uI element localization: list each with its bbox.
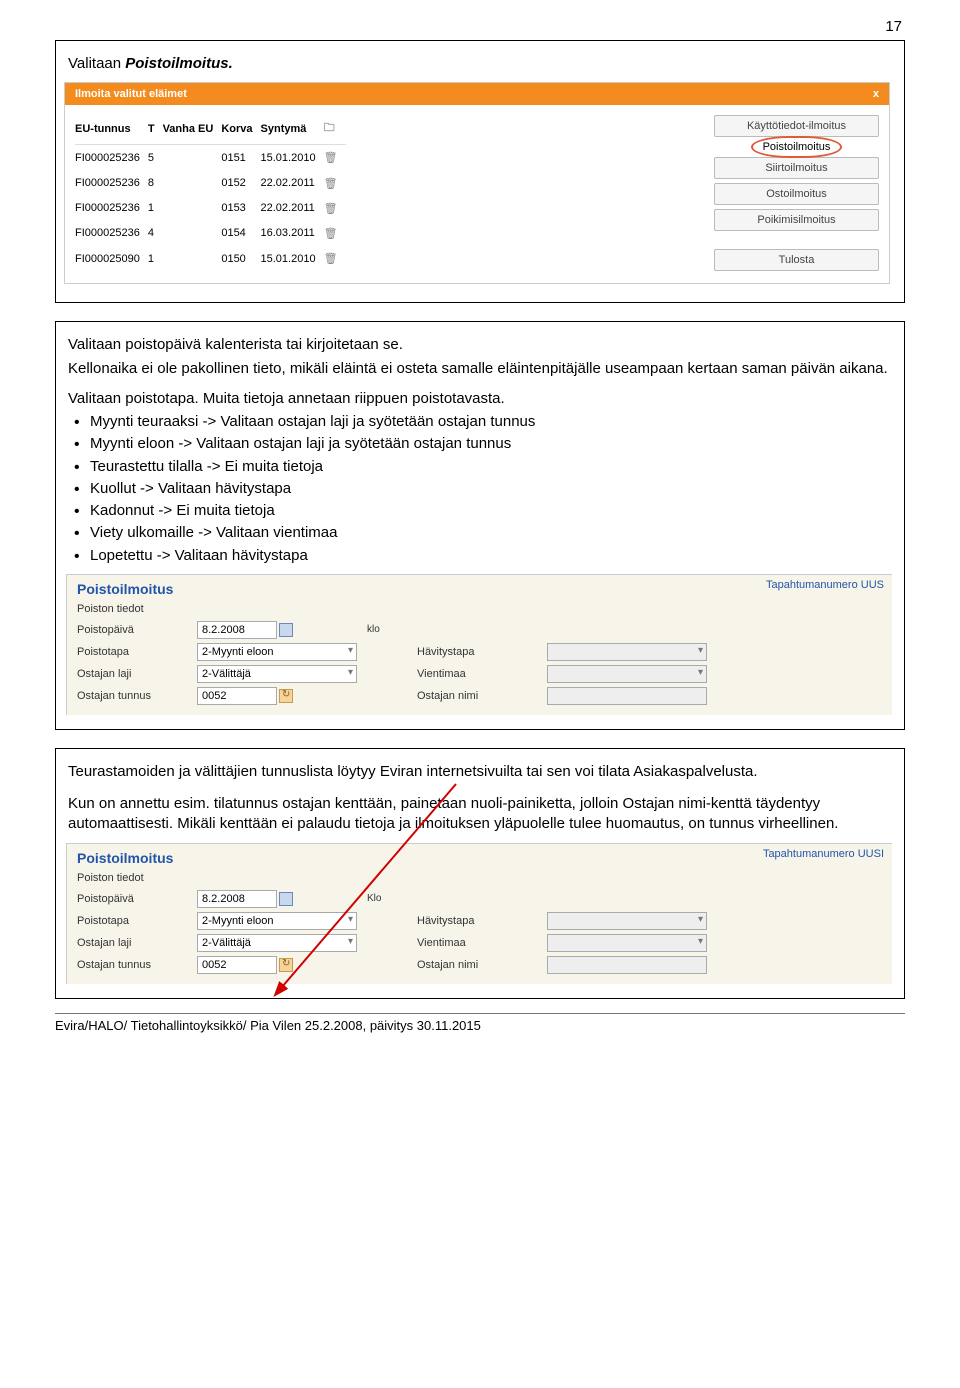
list-item: Myynti eloon -> Valitaan ostajan laji ja…	[72, 434, 892, 454]
col-t: T	[148, 115, 163, 145]
input-poistopaiva[interactable]: 8.2.2008	[197, 621, 277, 639]
intro-text-1: Valitaan	[68, 55, 125, 72]
label-havitystapa: Hävitystapa	[417, 646, 537, 658]
input-ostajan-tunnus[interactable]: 0052	[197, 956, 277, 974]
box2-line3: Valitaan poistotapa. Muita tietoja annet…	[68, 389, 892, 409]
table-header-row: EU-tunnus T Vanha EU Korva Syntymä 🗀	[75, 115, 346, 145]
list-item: Teurastettu tilalla -> Ei muita tietoja	[72, 457, 892, 477]
screenshot-selected-animals: Ilmoita valitut eläimet x EU-tunnus T Va…	[64, 82, 890, 284]
field-poistopaiva-wrap: 8.2.2008	[197, 621, 357, 639]
footer: Evira/HALO/ Tietohallintoyksikkö/ Pia Vi…	[55, 1013, 905, 1033]
btn-poikimisilmoitus[interactable]: Poikimisilmoitus	[714, 209, 879, 231]
trash-icon[interactable]: 🗑	[324, 196, 346, 221]
label-poistopaiva: Poistopäivä	[77, 624, 187, 636]
btn-ostoilmoitus[interactable]: Ostoilmoitus	[714, 183, 879, 205]
label-ostajan-laji: Ostajan laji	[77, 668, 187, 680]
table-row: FI0000250901015015.01.2010🗑	[75, 246, 346, 271]
list-item: Kuollut -> Valitaan hävitystapa	[72, 479, 892, 499]
screenshot-form-1: Tapahtumanumero UUS Poistoilmoitus Poist…	[66, 574, 892, 715]
dialog-title: Ilmoita valitut eläimet	[75, 88, 187, 100]
calendar-icon[interactable]	[279, 892, 293, 906]
calendar-icon: 🗀	[324, 115, 346, 145]
screenshot-form-2: Tapahtumanumero UUSI Poistoilmoitus Pois…	[66, 843, 892, 984]
input-ostajan-nimi	[547, 687, 707, 705]
intro-line: Valitaan Poistoilmoitus.	[68, 54, 892, 74]
label-poistotapa: Poistotapa	[77, 915, 187, 927]
instruction-box-3: Teurastamoiden ja välittäjien tunnuslist…	[55, 748, 905, 999]
input-ostajan-tunnus[interactable]: 0052	[197, 687, 277, 705]
page-number: 17	[885, 18, 902, 35]
trash-icon[interactable]: 🗑	[324, 221, 346, 246]
list-item: Kadonnut -> Ei muita tietoja	[72, 501, 892, 521]
input-poistopaiva[interactable]: 8.2.2008	[197, 890, 277, 908]
list-item: Lopetettu -> Valitaan hävitystapa	[72, 546, 892, 566]
lookup-arrow-icon[interactable]	[279, 689, 293, 703]
instruction-box-1: Valitaan Poistoilmoitus. Ilmoita valitut…	[55, 40, 905, 303]
btn-poistoilmoitus-wrapper: Poistoilmoitus	[714, 141, 879, 153]
col-korva: Korva	[221, 115, 260, 145]
trash-icon[interactable]: 🗑	[324, 246, 346, 271]
dialog-header: Ilmoita valitut eläimet x	[65, 83, 889, 105]
list-item: Viety ulkomaille -> Valitaan vientimaa	[72, 523, 892, 543]
label-havitystapa: Hävitystapa	[417, 915, 537, 927]
label-ostajan-tunnus: Ostajan tunnus	[77, 690, 187, 702]
event-number: Tapahtumanumero UUS	[766, 579, 884, 591]
label-poistopaiva: Poistopäivä	[77, 893, 187, 905]
btn-poistoilmoitus[interactable]: Poistoilmoitus	[751, 136, 843, 158]
bullet-list: Myynti teuraaksi -> Valitaan ostajan laj…	[72, 412, 892, 566]
trash-icon[interactable]: 🗑	[324, 171, 346, 196]
animal-table: EU-tunnus T Vanha EU Korva Syntymä 🗀 FI0…	[75, 115, 346, 271]
section-label: Poiston tiedot	[67, 601, 892, 621]
table-row: FI0000252364015416.03.2011🗑	[75, 221, 346, 246]
section-label: Poiston tiedot	[67, 870, 892, 890]
label-ostajan-nimi: Ostajan nimi	[417, 690, 537, 702]
action-buttons: Käyttötiedot-ilmoitus Poistoilmoitus Sii…	[714, 115, 879, 271]
label-vientimaa: Vientimaa	[417, 668, 537, 680]
select-poistotapa[interactable]: 2-Myynti eloon	[197, 912, 357, 930]
table-row: FI0000252368015222.02.2011🗑	[75, 171, 346, 196]
btn-kayttotiedot[interactable]: Käyttötiedot-ilmoitus	[714, 115, 879, 137]
select-vientimaa	[547, 934, 707, 952]
label-ostajan-nimi: Ostajan nimi	[417, 959, 537, 971]
trash-icon[interactable]: 🗑	[324, 145, 346, 171]
list-item: Myynti teuraaksi -> Valitaan ostajan laj…	[72, 412, 892, 432]
select-poistotapa[interactable]: 2-Myynti eloon	[197, 643, 357, 661]
box2-line1: Valitaan poistopäivä kalenterista tai ki…	[68, 335, 892, 355]
field-tunnus-wrap: 0052	[197, 956, 357, 974]
label-poistotapa: Poistotapa	[77, 646, 187, 658]
select-ostajan-laji[interactable]: 2-Välittäjä	[197, 665, 357, 683]
event-number: Tapahtumanumero UUSI	[763, 848, 884, 860]
select-havitystapa	[547, 643, 707, 661]
lookup-arrow-icon[interactable]	[279, 958, 293, 972]
close-icon[interactable]: x	[873, 88, 879, 100]
label-vientimaa: Vientimaa	[417, 937, 537, 949]
select-vientimaa	[547, 665, 707, 683]
col-vanha: Vanha EU	[163, 115, 222, 145]
field-tunnus-wrap: 0052	[197, 687, 357, 705]
table-row: FI0000252365015115.01.2010🗑	[75, 145, 346, 171]
label-ostajan-tunnus: Ostajan tunnus	[77, 959, 187, 971]
col-eu: EU-tunnus	[75, 115, 148, 145]
label-klo: Klo	[367, 893, 407, 904]
label-klo: klo	[367, 624, 407, 635]
box2-line2: Kellonaika ei ole pakollinen tieto, mikä…	[68, 359, 892, 379]
intro-text-2: Poistoilmoitus.	[125, 55, 233, 72]
table-row: FI0000252361015322.02.2011🗑	[75, 196, 346, 221]
field-poistopaiva-wrap: 8.2.2008	[197, 890, 357, 908]
instruction-box-2: Valitaan poistopäivä kalenterista tai ki…	[55, 321, 905, 730]
select-havitystapa	[547, 912, 707, 930]
col-syntyma: Syntymä	[261, 115, 324, 145]
btn-tulosta[interactable]: Tulosta	[714, 249, 879, 271]
input-ostajan-nimi	[547, 956, 707, 974]
calendar-icon[interactable]	[279, 623, 293, 637]
btn-siirtoilmoitus[interactable]: Siirtoilmoitus	[714, 157, 879, 179]
box3-line2: Kun on annettu esim. tilatunnus ostajan …	[68, 794, 892, 835]
label-ostajan-laji: Ostajan laji	[77, 937, 187, 949]
select-ostajan-laji[interactable]: 2-Välittäjä	[197, 934, 357, 952]
box3-line1: Teurastamoiden ja välittäjien tunnuslist…	[68, 762, 892, 782]
